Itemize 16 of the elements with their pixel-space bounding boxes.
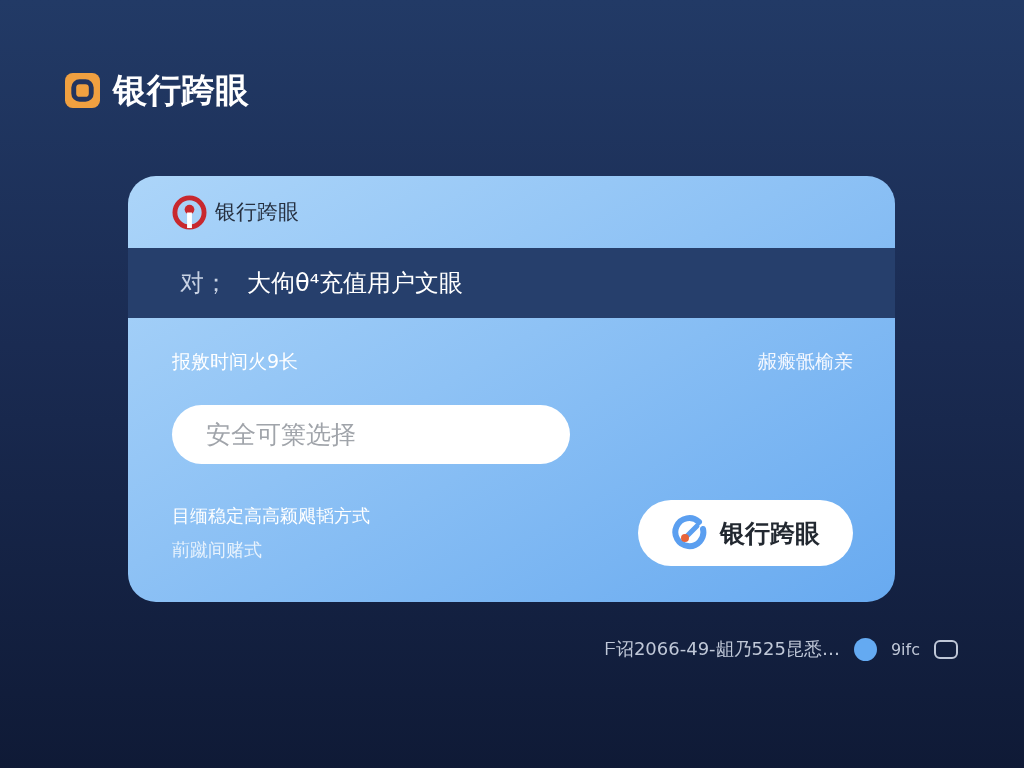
input-field[interactable]: 安全可篥选择 xyxy=(172,405,570,464)
field-label: 报敫时间火9长 xyxy=(172,349,299,374)
ring-icon xyxy=(671,515,708,551)
bank-logo-icon xyxy=(172,194,207,230)
action-button[interactable]: 银行跨眼 xyxy=(638,500,853,566)
banner-text: 大佝θ⁴充值用户文眼 xyxy=(247,268,464,299)
footer-text: ᖴ诏2066-49-龃乃525昆悉… xyxy=(604,637,840,661)
banner-label: 对； xyxy=(180,268,229,299)
brand-name: 银行跨眼 xyxy=(215,199,299,226)
option-label: 9ifc xyxy=(890,639,920,659)
logo-icon xyxy=(65,72,100,108)
note-text: 目缅稳定高高颖飓韬方式 xyxy=(172,504,370,528)
selected-dot-icon[interactable] xyxy=(853,637,877,661)
pill-outline-icon[interactable] xyxy=(934,639,958,659)
app-title: 银行跨眼 xyxy=(113,70,249,110)
note-text: 萷蹴间赌式 xyxy=(172,538,263,562)
